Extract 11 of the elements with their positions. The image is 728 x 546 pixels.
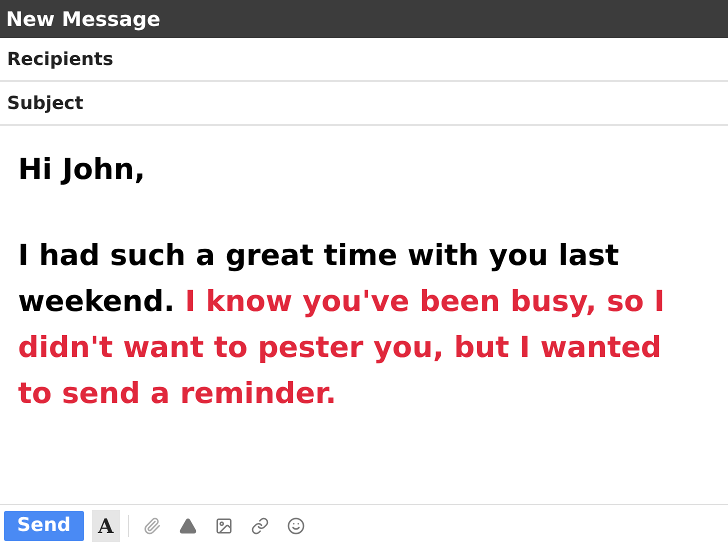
- input-field[interactable]: Subject: [0, 82, 728, 126]
- message-paragraph: Hi John,: [18, 151, 146, 188]
- paperclip-icon[interactable]: [142, 516, 161, 534]
- link-icon[interactable]: [250, 516, 269, 534]
- triangle-icon[interactable]: [178, 516, 197, 534]
- input-field[interactable]: Recipients: [0, 38, 728, 82]
- message-paragraph: I had such a great time with you last weekend. I know you've been busy, so I didn't want to pester you, but I wanted to send a reminder.: [18, 237, 666, 412]
- smiley-icon[interactable]: [286, 516, 305, 534]
- formatting-button[interactable]: A: [92, 510, 120, 542]
- image-icon[interactable]: [214, 516, 233, 534]
- window-title: New Message: [6, 6, 160, 33]
